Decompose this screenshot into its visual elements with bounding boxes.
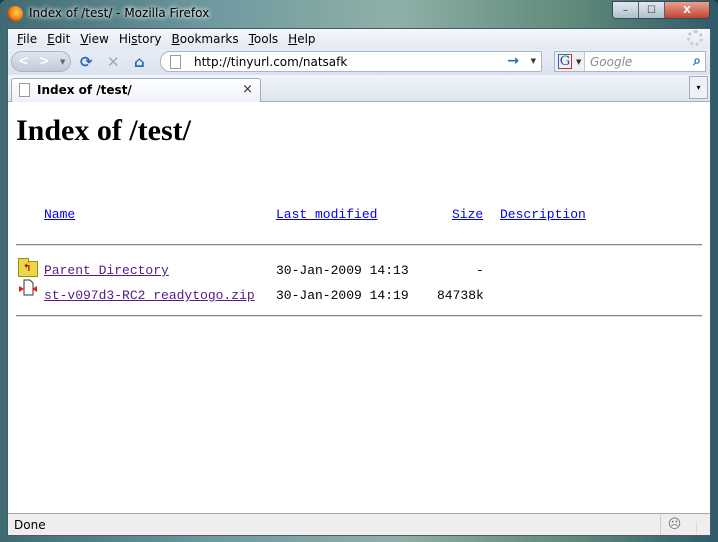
maximize-button[interactable]: ☐ (639, 2, 665, 18)
throbber-icon (687, 30, 703, 46)
status-bar: Done ☹ (8, 513, 710, 535)
reload-icon[interactable]: ⟳ (80, 53, 93, 71)
url-bar[interactable]: http://tinyurl.com/natsafk → ▼ (160, 51, 542, 72)
tab-close-icon[interactable]: × (242, 82, 253, 97)
menu-bookmarks[interactable]: Bookmarks (167, 32, 244, 46)
search-engine-selector[interactable]: G ▼ (555, 52, 585, 71)
firefox-icon (7, 6, 23, 22)
zip-file-icon (19, 279, 37, 296)
addon-status-icon[interactable]: ☹ (660, 515, 688, 534)
page-content: Index of /test/ Name Last modified Size … (8, 102, 710, 513)
history-dropdown-icon[interactable]: ▼ (60, 58, 65, 66)
search-box[interactable]: G ▼ Google ⌕ (554, 51, 706, 72)
row-modified: 30-Jan-2009 14:13 (276, 263, 409, 278)
column-header-description[interactable]: Description (500, 207, 586, 222)
window-title: Index of /test/ - Mozilla Firefox (29, 6, 210, 20)
row-size: - (476, 263, 484, 278)
menu-file[interactable]: File (12, 32, 42, 46)
go-arrow-icon[interactable]: → (507, 53, 519, 69)
column-header-size[interactable]: Size (452, 207, 483, 222)
url-text[interactable]: http://tinyurl.com/natsafk (194, 55, 347, 69)
menu-edit[interactable]: Edit (42, 32, 75, 46)
page-icon (170, 55, 181, 69)
page-title: Index of /test/ (16, 114, 191, 147)
divider (16, 315, 702, 317)
navigation-toolbar: < > ▼ ⟳ ✕ ⌂ http://tinyurl.com/natsafk →… (8, 49, 710, 75)
divider (16, 244, 702, 246)
browser-window: Index of /test/ - Mozilla Firefox – ☐ X … (0, 0, 718, 542)
google-icon: G (558, 54, 572, 69)
row-modified: 30-Jan-2009 14:19 (276, 288, 409, 303)
stop-icon[interactable]: ✕ (107, 53, 120, 71)
parent-folder-icon: ↰ (18, 258, 38, 277)
page-icon (19, 83, 30, 97)
resize-grip[interactable] (696, 522, 708, 534)
search-icon[interactable]: ⌕ (693, 53, 701, 69)
row-size: 84738k (437, 288, 484, 303)
menu-history[interactable]: History (114, 32, 167, 46)
column-header-name[interactable]: Name (44, 207, 75, 222)
menu-help[interactable]: Help (283, 32, 320, 46)
title-bar: Index of /test/ - Mozilla Firefox – ☐ X (0, 0, 718, 28)
file-link[interactable]: st-v097d3-RC2 readytogo.zip (44, 288, 255, 303)
close-window-button[interactable]: X (665, 2, 709, 18)
menu-tools[interactable]: Tools (244, 32, 284, 46)
tab-list-button[interactable]: ▾ (689, 76, 708, 99)
url-dropdown-icon[interactable]: ▼ (531, 57, 536, 65)
column-header-last-modified[interactable]: Last modified (276, 207, 377, 222)
parent-directory-link[interactable]: Parent Directory (44, 263, 169, 278)
forward-button[interactable]: > (39, 54, 50, 69)
tab-index-of-test[interactable]: Index of /test/ × (11, 78, 261, 102)
tab-title: Index of /test/ (37, 83, 132, 97)
menu-bar: File Edit View History Bookmarks Tools Help (8, 29, 710, 49)
tab-bar: Index of /test/ × ▾ (8, 75, 710, 102)
menu-view[interactable]: View (75, 32, 113, 46)
home-icon[interactable]: ⌂ (134, 53, 145, 71)
search-input[interactable]: Google (590, 55, 632, 69)
status-text: Done (14, 518, 46, 532)
engine-dropdown-icon: ▼ (576, 58, 582, 66)
minimize-button[interactable]: – (613, 2, 639, 18)
back-button[interactable]: < (18, 54, 29, 69)
